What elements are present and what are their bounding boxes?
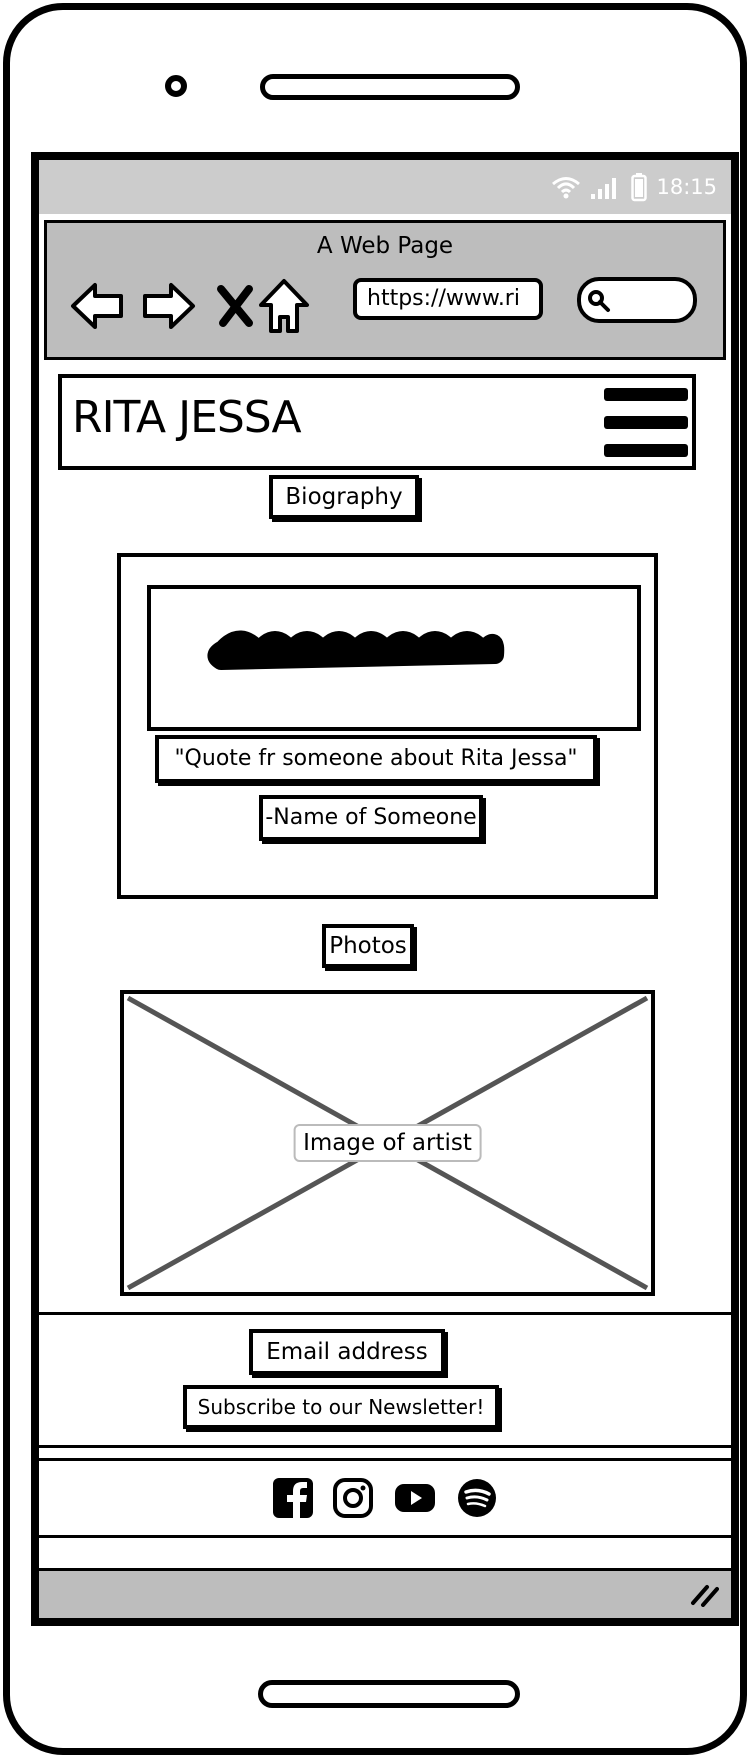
site-header: RITA JESSA [58, 374, 696, 470]
image-caption: Image of artist [293, 1124, 482, 1162]
artist-image-placeholder: Image of artist [120, 990, 655, 1296]
newsletter-section: Email address Subscribe to our Newslette… [39, 1312, 731, 1448]
home-icon[interactable] [255, 277, 313, 335]
back-arrow-icon[interactable] [69, 277, 127, 335]
battery-icon [631, 173, 648, 202]
scribble-text [207, 630, 505, 670]
biography-quote: "Quote fr someone about Rita Jessa" [155, 735, 597, 783]
site-title[interactable]: RITA JESSA [72, 392, 302, 443]
status-time: 18:15 [656, 175, 717, 199]
camera-icon [165, 75, 187, 97]
wifi-icon [552, 177, 581, 199]
spotify-icon[interactable] [456, 1477, 498, 1519]
biography-heading[interactable]: Biography [269, 475, 419, 519]
browser-toolbar: A Web Page https://www.ri [44, 220, 726, 360]
instagram-icon[interactable] [332, 1477, 374, 1519]
status-bar: 18:15 [39, 160, 731, 214]
signal-icon [591, 178, 617, 199]
bottom-speaker [258, 1680, 520, 1708]
search-icon [588, 290, 610, 312]
biography-text-placeholder [147, 585, 641, 731]
hamburger-menu-icon[interactable] [604, 386, 688, 460]
subscribe-button[interactable]: Subscribe to our Newsletter! [183, 1385, 499, 1429]
phone-screen: 18:15 A Web Page https://www.ri RITA JES… [31, 152, 739, 1626]
browser-search-field[interactable] [577, 277, 697, 323]
biography-card: "Quote fr someone about Rita Jessa" -Nam… [117, 553, 658, 899]
earpiece-speaker [260, 74, 520, 100]
email-address-field[interactable]: Email address [249, 1329, 445, 1375]
youtube-icon[interactable] [392, 1477, 438, 1519]
social-links [39, 1458, 731, 1538]
resize-handle-icon[interactable] [689, 1583, 719, 1607]
photos-heading[interactable]: Photos [322, 924, 414, 968]
url-bar[interactable]: https://www.ri [353, 278, 543, 320]
facebook-icon[interactable] [272, 1477, 314, 1519]
browser-bottom-bar [39, 1568, 731, 1618]
forward-arrow-icon[interactable] [139, 277, 197, 335]
quote-attribution: -Name of Someone [259, 795, 483, 841]
browser-title: A Web Page [316, 233, 454, 259]
